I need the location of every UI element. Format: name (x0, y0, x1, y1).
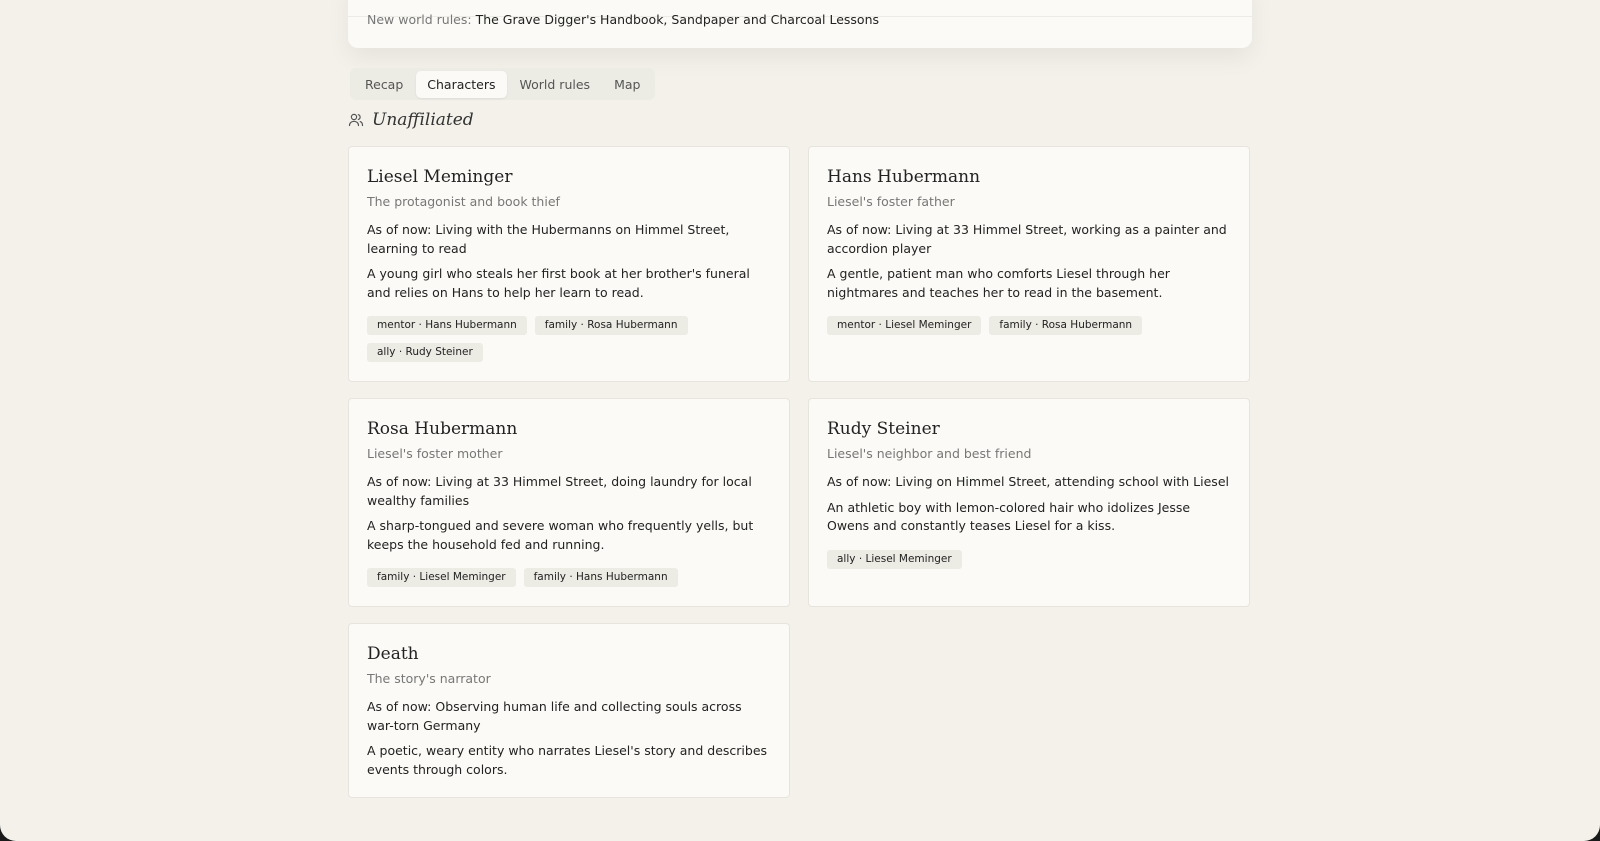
character-status: As of now: Living at 33 Himmel Street, w… (827, 222, 1227, 256)
character-name: Liesel Meminger (367, 167, 513, 187)
relation-tag[interactable]: family · Hans Hubermann (523, 568, 678, 587)
new-world-rules-label: New world rules: (367, 12, 472, 27)
relation-tags: mentor · Hans Hubermann family · Rosa Hu… (367, 316, 771, 362)
character-status: As of now: Living with the Hubermanns on… (367, 222, 730, 256)
relation-tags: mentor · Liesel Meminger family · Rosa H… (827, 316, 1231, 335)
recap-summary-card: New world rules: The Grave Digger's Hand… (348, 0, 1252, 48)
app-window: New world rules: The Grave Digger's Hand… (0, 0, 1600, 841)
character-description: A young girl who steals her first book a… (367, 266, 750, 300)
character-name: Rudy Steiner (827, 419, 940, 439)
relation-tag[interactable]: family · Rosa Hubermann (534, 316, 688, 335)
tab-characters[interactable]: Characters (416, 70, 507, 98)
character-card[interactable]: Rosa Hubermann Liesel's foster mother As… (348, 398, 790, 607)
character-status: As of now: Living on Himmel Street, atte… (827, 474, 1229, 489)
relation-tag[interactable]: ally · Rudy Steiner (367, 343, 483, 362)
character-name: Hans Hubermann (827, 167, 981, 187)
new-world-rules-line: New world rules: The Grave Digger's Hand… (367, 12, 879, 27)
relation-tags: ally · Liesel Meminger (827, 549, 1231, 569)
character-status: As of now: Observing human life and coll… (367, 699, 742, 733)
character-role: Liesel's foster father (827, 194, 955, 209)
character-role: The story's narrator (367, 671, 491, 686)
relation-tag[interactable]: mentor · Hans Hubermann (367, 316, 527, 335)
character-role: Liesel's neighbor and best friend (827, 446, 1032, 461)
section-header-unaffiliated: Unaffiliated (348, 110, 474, 130)
tab-world-rules[interactable]: World rules (509, 71, 602, 98)
relation-tag[interactable]: family · Rosa Hubermann (989, 316, 1143, 335)
character-description: A gentle, patient man who comforts Liese… (827, 266, 1170, 300)
relation-tag[interactable]: mentor · Liesel Meminger (827, 316, 982, 335)
tab-map[interactable]: Map (603, 71, 651, 98)
relation-tags: family · Liesel Meminger family · Hans H… (367, 568, 771, 587)
character-card[interactable]: Death The story's narrator As of now: Ob… (348, 623, 790, 798)
character-card[interactable]: Hans Hubermann Liesel's foster father As… (808, 146, 1250, 382)
tab-recap[interactable]: Recap (354, 71, 414, 98)
character-role: The protagonist and book thief (367, 194, 560, 209)
users-icon (348, 112, 364, 128)
character-description: A sharp-tongued and severe woman who fre… (367, 518, 754, 552)
section-title: Unaffiliated (372, 110, 474, 130)
character-description: A poetic, weary entity who narrates Lies… (367, 743, 768, 777)
character-card[interactable]: Rudy Steiner Liesel's neighbor and best … (808, 398, 1250, 607)
character-card[interactable]: Liesel Meminger The protagonist and book… (348, 146, 790, 382)
character-status: As of now: Living at 33 Himmel Street, d… (367, 474, 752, 508)
relation-tag[interactable]: ally · Liesel Meminger (827, 549, 962, 569)
character-role: Liesel's foster mother (367, 446, 503, 461)
character-name: Death (367, 644, 419, 664)
new-world-rules-value: The Grave Digger's Handbook, Sandpaper a… (475, 12, 879, 27)
character-name: Rosa Hubermann (367, 419, 518, 439)
relation-tag[interactable]: family · Liesel Meminger (367, 568, 516, 587)
character-description: An athletic boy with lemon-colored hair … (827, 499, 1191, 534)
view-tabs: Recap Characters World rules Map (350, 68, 656, 100)
